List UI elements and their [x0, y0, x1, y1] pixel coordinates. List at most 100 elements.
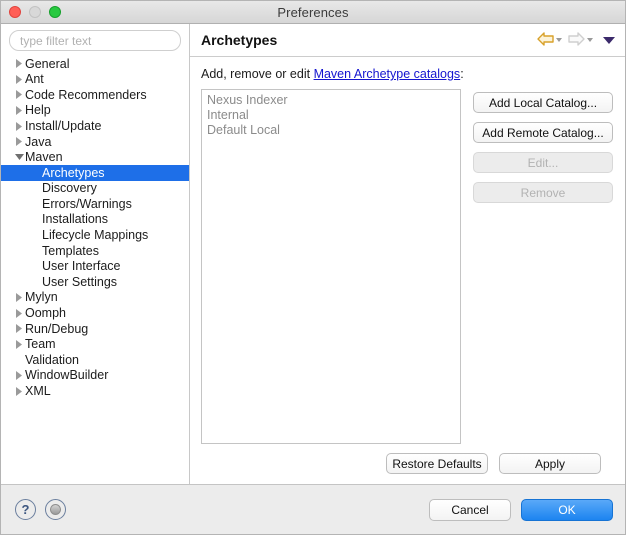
sidebar-item-run-debug[interactable]: Run/Debug [1, 321, 189, 337]
chevron-right-icon[interactable] [14, 324, 25, 334]
filter-container [1, 24, 189, 55]
chevron-right-icon[interactable] [14, 74, 25, 84]
restore-defaults-button[interactable]: Restore Defaults [386, 453, 488, 474]
sidebar-item-java[interactable]: Java [1, 134, 189, 150]
sidebar-item-label: Errors/Warnings [42, 196, 132, 211]
sidebar-item-oomph[interactable]: Oomph [1, 306, 189, 322]
sidebar-item-templates[interactable]: Templates [1, 243, 189, 259]
window-controls [9, 1, 61, 23]
minimize-button[interactable] [29, 6, 41, 18]
sidebar-item-user-settings[interactable]: User Settings [1, 274, 189, 290]
catalog-actions: Add Local Catalog... Add Remote Catalog..… [473, 89, 613, 444]
title-bar: Preferences [1, 1, 625, 24]
maximize-button[interactable] [49, 6, 61, 18]
pane-header: Archetypes [190, 24, 625, 57]
chevron-right-icon[interactable] [14, 308, 25, 318]
intro-suffix: : [460, 67, 464, 81]
sidebar-item-label: Archetypes [42, 165, 105, 180]
sidebar-item-validation[interactable]: Validation [1, 352, 189, 368]
chevron-right-icon[interactable] [14, 90, 25, 100]
sidebar-item-label: Java [25, 134, 52, 149]
sidebar-item-label: Installations [42, 212, 109, 227]
sidebar-item-label: Templates [42, 243, 99, 258]
question-mark-icon[interactable]: ? [15, 499, 36, 520]
close-button[interactable] [9, 6, 21, 18]
sidebar-item-maven[interactable]: Maven [1, 150, 189, 166]
sidebar-item-mylyn[interactable]: Mylyn [1, 290, 189, 306]
record-circle-icon[interactable] [45, 499, 66, 520]
intro-prefix: Add, remove or edit [201, 67, 314, 81]
sidebar-item-label: User Settings [42, 274, 118, 289]
sidebar-item-installations[interactable]: Installations [1, 212, 189, 228]
page-title: Archetypes [201, 32, 278, 48]
sidebar-item-help[interactable]: Help [1, 103, 189, 119]
sidebar-item-ant[interactable]: Ant [1, 72, 189, 88]
sidebar-item-label: Lifecycle Mappings [42, 228, 149, 243]
chevron-right-icon[interactable] [14, 106, 25, 116]
chevron-right-icon[interactable] [14, 371, 25, 381]
pane-nav-icons [537, 31, 615, 49]
sidebar-item-lifecycle-mappings[interactable]: Lifecycle Mappings [1, 228, 189, 244]
intro-text: Add, remove or edit Maven Archetype cata… [201, 67, 613, 81]
catalog-area: Nexus Indexer Internal Default Local Add L… [201, 89, 613, 444]
record-dot [50, 504, 61, 515]
sidebar-item-label: General [25, 56, 70, 71]
list-item[interactable]: Default Local [207, 123, 460, 138]
sidebar-item-label: User Interface [42, 259, 121, 274]
sidebar-item-label: Code Recommenders [25, 87, 147, 102]
chevron-right-icon[interactable] [14, 293, 25, 303]
view-menu-icon[interactable] [603, 36, 615, 44]
sidebar-item-label: XML [25, 384, 51, 399]
chevron-down-icon[interactable] [14, 153, 25, 161]
ok-button[interactable]: OK [521, 498, 613, 521]
preferences-sidebar: GeneralAntCode RecommendersHelpInstall/U… [1, 24, 190, 484]
list-item[interactable]: Internal [207, 108, 460, 123]
preferences-tree[interactable]: General Ant Code Recommenders Help Install/U… [1, 55, 189, 484]
sidebar-item-label: Run/Debug [25, 321, 89, 336]
sidebar-item-install-update[interactable]: Install/Update [1, 118, 189, 134]
list-item[interactable]: Nexus Indexer [207, 93, 460, 108]
filter-input[interactable] [9, 30, 181, 51]
pane-footer: Restore Defaults Apply [201, 444, 613, 484]
dialog-bottom-bar: ? Cancel OK [1, 484, 625, 534]
sidebar-item-label: Validation [25, 352, 79, 367]
forward-nav-group [568, 31, 596, 49]
sidebar-item-label: Oomph [25, 306, 66, 321]
sidebar-item-windowbuilder[interactable]: WindowBuilder [1, 368, 189, 384]
sidebar-item-user-interface[interactable]: User Interface [1, 259, 189, 275]
sidebar-item-label: Install/Update [25, 118, 102, 133]
forward-arrow-icon [568, 31, 585, 49]
sidebar-item-code-recommenders[interactable]: Code Recommenders [1, 87, 189, 103]
chevron-right-icon[interactable] [14, 339, 25, 349]
back-nav-group[interactable] [537, 31, 565, 49]
chevron-right-icon[interactable] [14, 121, 25, 131]
cancel-button[interactable]: Cancel [429, 498, 511, 521]
pane-body: Add, remove or edit Maven Archetype cata… [190, 57, 625, 484]
edit-button: Edit... [473, 152, 613, 173]
sidebar-item-label: Discovery [42, 181, 97, 196]
chevron-right-icon[interactable] [14, 386, 25, 396]
chevron-right-icon[interactable] [14, 137, 25, 147]
sidebar-item-label: Team [25, 337, 56, 352]
sidebar-item-discovery[interactable]: Discovery [1, 181, 189, 197]
help-glyph: ? [21, 502, 30, 517]
forward-chevron-down-icon [587, 38, 593, 42]
sidebar-item-general[interactable]: General [1, 56, 189, 72]
catalog-list[interactable]: Nexus Indexer Internal Default Local [201, 89, 461, 444]
sidebar-item-label: Help [25, 103, 51, 118]
maven-archetype-catalogs-link[interactable]: Maven Archetype catalogs [314, 67, 461, 81]
add-remote-catalog-button[interactable]: Add Remote Catalog... [473, 122, 613, 143]
preferences-pane: Archetypes Add, remove or edit Maven Arc… [190, 24, 625, 484]
remove-button: Remove [473, 182, 613, 203]
back-chevron-down-icon[interactable] [556, 38, 562, 42]
chevron-right-icon[interactable] [14, 59, 25, 69]
sidebar-item-errors-warnings[interactable]: Errors/Warnings [1, 196, 189, 212]
apply-button[interactable]: Apply [499, 453, 601, 474]
back-arrow-icon[interactable] [537, 31, 554, 49]
add-local-catalog-button[interactable]: Add Local Catalog... [473, 92, 613, 113]
sidebar-item-team[interactable]: Team [1, 337, 189, 353]
sidebar-item-xml[interactable]: XML [1, 383, 189, 399]
sidebar-item-archetypes[interactable]: Archetypes [1, 165, 189, 181]
dialog-content: GeneralAntCode RecommendersHelpInstall/U… [1, 24, 625, 484]
preferences-window: Preferences GeneralAntCode RecommendersH… [0, 0, 626, 535]
